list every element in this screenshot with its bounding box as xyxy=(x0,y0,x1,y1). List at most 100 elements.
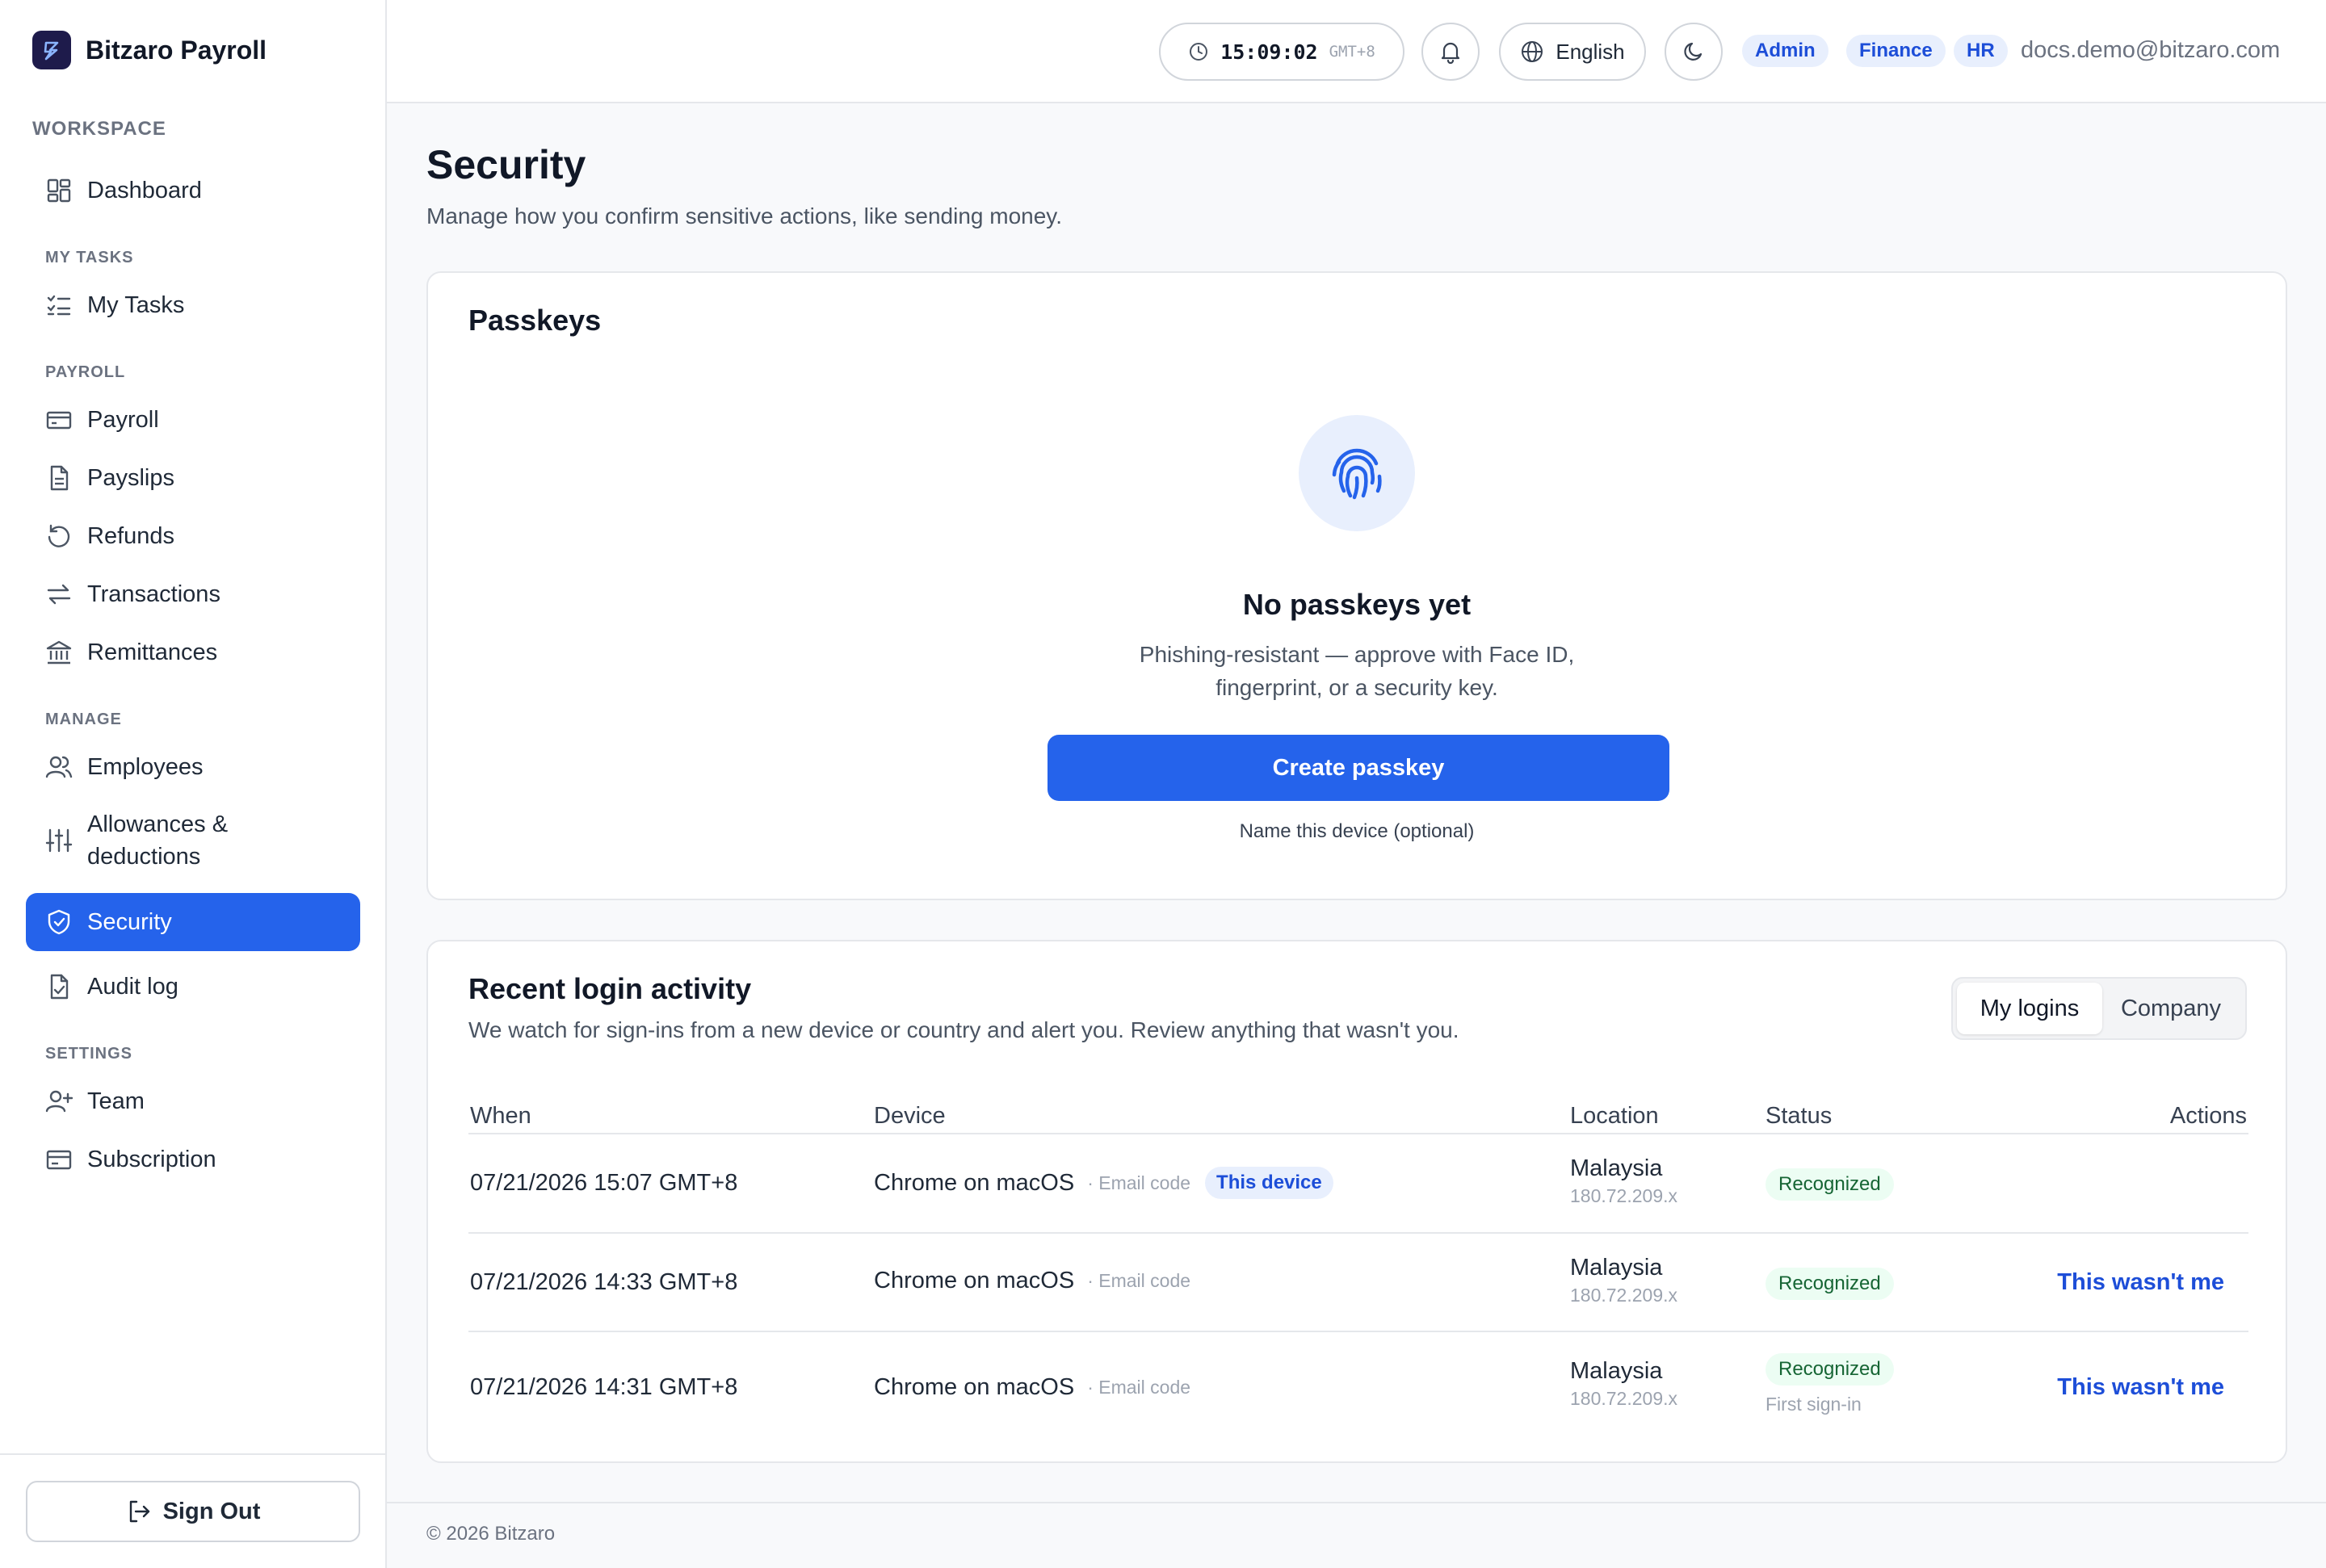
credit-card-icon xyxy=(45,406,73,434)
logout-icon xyxy=(126,1499,152,1524)
location-country: Malaysia xyxy=(1570,1255,1663,1281)
login-device: Chrome on macOS · Email code xyxy=(874,1374,1190,1401)
brand[interactable]: Bitzaro Payroll xyxy=(32,31,267,69)
column-header-when: When xyxy=(470,1103,531,1129)
passkeys-empty-description: Phishing-resistant — approve with Face I… xyxy=(428,638,2286,704)
page-title: Security xyxy=(426,142,586,187)
login-status: Recognized First sign-in xyxy=(1765,1353,1894,1415)
device-name: Chrome on macOS xyxy=(874,1169,1075,1196)
sidebar-item-label: Remittances xyxy=(87,639,218,665)
passkeys-card: Passkeys No passkeys yet Phishing-resist… xyxy=(426,271,2287,900)
column-header-location: Location xyxy=(1570,1103,1659,1129)
sidebar-item-label: Audit log xyxy=(87,973,178,1000)
allowances-label-line2: deductions xyxy=(87,844,201,870)
moon-icon xyxy=(1682,40,1706,64)
login-when: 07/21/2026 15:07 GMT+8 xyxy=(470,1170,738,1196)
notifications-button[interactable] xyxy=(1421,23,1480,81)
role-badge-admin: Admin xyxy=(1742,35,1828,67)
device-name: Chrome on macOS xyxy=(874,1268,1075,1293)
tab-company[interactable]: Company xyxy=(2102,983,2240,1034)
sidebar-item-label: Refunds xyxy=(87,522,175,549)
role-badge-hr: HR xyxy=(1954,35,2008,67)
sidebar-item-label: Security xyxy=(87,908,172,935)
grid-icon xyxy=(45,177,73,204)
file-check-icon xyxy=(45,973,73,1000)
sidebar-item-security[interactable]: Security xyxy=(26,893,360,951)
column-header-device: Device xyxy=(874,1103,946,1129)
language-selector[interactable]: English xyxy=(1499,23,1646,81)
card-icon xyxy=(45,1146,73,1173)
login-activity-title: Recent login activity xyxy=(468,972,752,1005)
location-ip: 180.72.209.x xyxy=(1570,1185,1678,1206)
clock-timezone: GMT+8 xyxy=(1329,43,1375,61)
arrows-swap-icon xyxy=(45,581,73,608)
login-when: 07/21/2026 14:33 GMT+8 xyxy=(470,1269,738,1295)
location-country: Malaysia xyxy=(1570,1358,1663,1384)
sidebar-item-label: Employees xyxy=(87,753,204,780)
language-label: English xyxy=(1556,39,1625,64)
sidebar-item-payslips[interactable]: Payslips xyxy=(26,449,360,507)
column-header-actions: Actions xyxy=(2169,1103,2247,1129)
passkeys-desc-line2: fingerprint, or a security key. xyxy=(1215,675,1498,700)
sign-out-button[interactable]: Sign Out xyxy=(26,1481,360,1542)
sidebar-item-label: Payslips xyxy=(87,464,174,491)
nav-section-workspace: WORKSPACE xyxy=(32,118,166,140)
login-status: Recognized xyxy=(1765,1268,1894,1300)
table-row: 07/21/2026 14:31 GMT+8 Chrome on macOS ·… xyxy=(468,1332,2248,1445)
this-device-badge: This device xyxy=(1205,1167,1333,1199)
user-plus-icon xyxy=(45,1088,73,1115)
tab-my-logins[interactable]: My logins xyxy=(1957,983,2102,1034)
location-ip: 180.72.209.x xyxy=(1570,1285,1678,1306)
create-passkey-button[interactable]: Create passkey xyxy=(1048,735,1669,801)
user-email[interactable]: docs.demo@bitzaro.com xyxy=(2021,37,2280,64)
role-badge-finance: Finance xyxy=(1846,35,1946,67)
checklist-icon xyxy=(45,291,73,319)
sidebar-item-label: Allowances & deductions xyxy=(87,808,228,873)
document-icon xyxy=(45,464,73,492)
sidebar-item-remittances[interactable]: Remittances xyxy=(26,623,360,681)
location-ip: 180.72.209.x xyxy=(1570,1388,1678,1409)
login-location: Malaysia 180.72.209.x xyxy=(1570,1155,1677,1207)
auth-method: · Email code xyxy=(1087,1377,1191,1398)
location-country: Malaysia xyxy=(1570,1155,1663,1181)
sidebar-item-label: Team xyxy=(87,1088,145,1114)
report-login-link[interactable]: This wasn't me xyxy=(2057,1269,2224,1296)
login-device: Chrome on macOS · Email code xyxy=(874,1268,1190,1294)
clock-icon xyxy=(1188,41,1209,62)
passkeys-title: Passkeys xyxy=(468,304,602,337)
sidebar-item-team[interactable]: Team xyxy=(26,1072,360,1130)
nav-group-payroll: PAYROLL xyxy=(45,363,126,381)
sidebar-item-my-tasks[interactable]: My Tasks xyxy=(26,276,360,334)
device-name: Chrome on macOS xyxy=(874,1374,1075,1400)
table-row: 07/21/2026 14:33 GMT+8 Chrome on macOS ·… xyxy=(468,1234,2248,1331)
column-header-status: Status xyxy=(1765,1103,1833,1129)
sidebar-item-dashboard[interactable]: Dashboard xyxy=(26,161,360,220)
clock-time: 15:09:02 xyxy=(1220,40,1318,64)
sidebar-item-label: Payroll xyxy=(87,406,159,433)
login-scope-toggle: My logins Company xyxy=(1951,977,2247,1040)
name-device-link: Name this device (optional) xyxy=(428,820,2286,843)
sidebar-item-transactions[interactable]: Transactions xyxy=(26,565,360,623)
sidebar-item-label: My Tasks xyxy=(87,291,185,318)
shield-icon xyxy=(45,908,73,936)
report-login-link[interactable]: This wasn't me xyxy=(2057,1374,2224,1401)
sidebar-item-allowances[interactable]: Allowances & deductions xyxy=(26,806,360,875)
status-badge: Recognized xyxy=(1765,1268,1894,1300)
passkeys-empty-title: No passkeys yet xyxy=(1242,588,1472,621)
allowances-label-line1: Allowances & xyxy=(87,811,229,837)
nav-group-my-tasks: MY TASKS xyxy=(45,249,134,266)
fingerprint-icon xyxy=(1299,415,1415,531)
bell-icon xyxy=(1438,40,1463,64)
sidebar-item-subscription[interactable]: Subscription xyxy=(26,1130,360,1189)
sliders-icon xyxy=(45,827,73,854)
name-device-label[interactable]: Name this device (optional) xyxy=(1240,820,1475,842)
sidebar-item-audit-log[interactable]: Audit log xyxy=(26,958,360,1016)
sidebar-item-payroll[interactable]: Payroll xyxy=(26,391,360,449)
theme-toggle-button[interactable] xyxy=(1665,23,1723,81)
nav-group-manage: MANAGE xyxy=(45,711,122,728)
auth-method: · Email code xyxy=(1087,1172,1191,1193)
sidebar-item-employees[interactable]: Employees xyxy=(26,738,360,796)
login-activity-card: Recent login activity We watch for sign-… xyxy=(426,940,2287,1463)
sidebar-item-refunds[interactable]: Refunds xyxy=(26,507,360,565)
passkeys-desc-line1: Phishing-resistant — approve with Face I… xyxy=(1139,642,1575,667)
